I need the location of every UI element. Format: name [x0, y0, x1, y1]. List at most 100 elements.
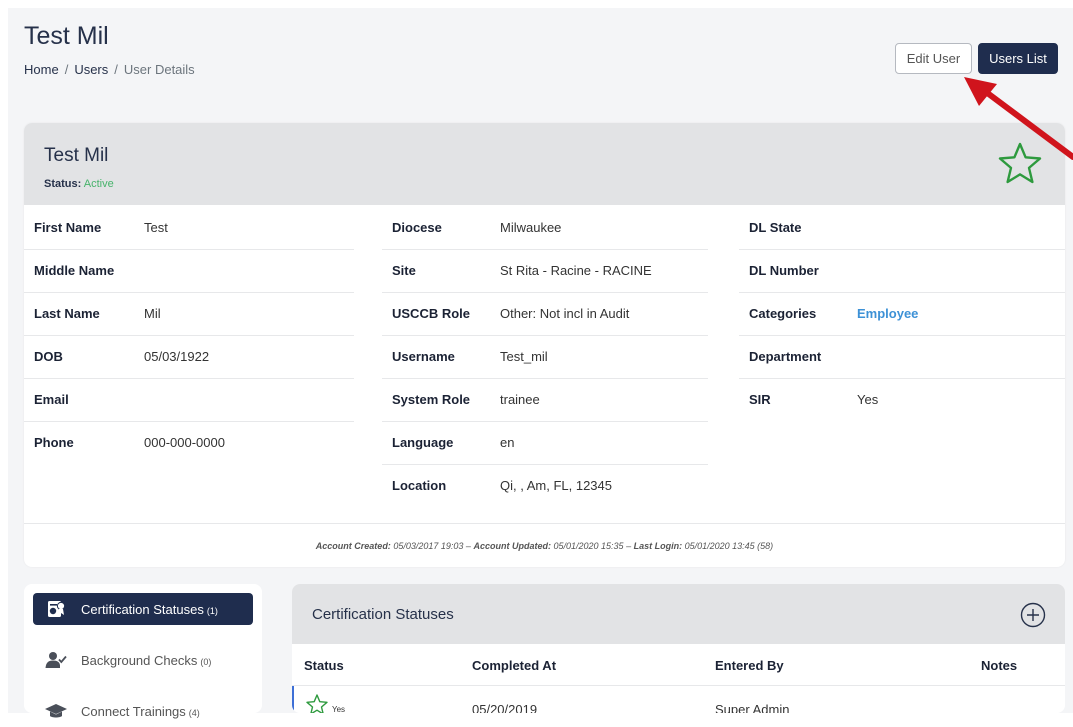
graduation-cap-icon: [45, 704, 67, 718]
certificate-icon: [48, 601, 66, 617]
user-name: Test Mil: [44, 145, 109, 166]
detail-label: Last Name: [34, 306, 100, 321]
breadcrumb-separator: /: [64, 62, 69, 77]
sidebar-panel: Certification Statuses (1) Background Che…: [24, 584, 262, 719]
detail-row-dl-state: DL State: [739, 207, 1065, 250]
detail-row-dl-number: DL Number: [739, 250, 1065, 293]
table-cell-status: Yes: [332, 705, 346, 713]
breadcrumb-users[interactable]: Users: [74, 62, 108, 77]
users-list-button[interactable]: Users List: [978, 43, 1058, 74]
annotation-arrow-icon: [964, 77, 1073, 160]
detail-value: St Rita - Racine - RACINE: [500, 263, 652, 278]
detail-row-location: Location Qi, , Am, FL, 12345: [382, 465, 708, 508]
sidebar-item-connect-trainings[interactable]: Connect Trainings (4): [33, 695, 253, 727]
sidebar-item-count: (0): [200, 657, 212, 667]
plus-circle-icon[interactable]: [1020, 602, 1046, 628]
detail-label: DOB: [34, 349, 63, 364]
detail-row-system-role: System Role trainee: [382, 379, 708, 422]
detail-label: Location: [392, 478, 447, 493]
category-link-employee[interactable]: Employee: [857, 306, 918, 321]
detail-value: Milwaukee: [500, 220, 562, 235]
column-header-status[interactable]: Status: [304, 658, 344, 673]
meta-created-label: Account Created:: [315, 541, 391, 551]
status-value: Active: [83, 178, 114, 190]
detail-value: trainee: [500, 392, 540, 407]
table-cell-completed-at: 05/20/2019: [472, 702, 538, 713]
detail-row-site: Site St Rita - Racine - RACINE: [382, 250, 708, 293]
sidebar-item-text: Connect Trainings: [81, 704, 186, 719]
breadcrumb-home[interactable]: Home: [24, 62, 59, 77]
page-title: Test Mil: [24, 22, 109, 50]
sidebar-item-text: Certification Statuses: [81, 602, 204, 617]
detail-label: Username: [392, 349, 455, 364]
detail-value: 000-000-0000: [144, 435, 225, 450]
cert-panel-title: Certification Statuses: [312, 606, 454, 623]
user-status: Status: Active: [44, 178, 114, 190]
meta-updated-label: Account Updated:: [473, 541, 551, 551]
detail-label: Language: [392, 435, 454, 450]
breadcrumb: Home / Users / User Details: [24, 62, 195, 77]
detail-label: System Role: [392, 392, 471, 407]
detail-value: Qi, , Am, FL, 12345: [500, 478, 612, 493]
detail-row-usccb-role: USCCB Role Other: Not incl in Audit: [382, 293, 708, 336]
detail-label: Phone: [34, 435, 74, 450]
detail-row-language: Language en: [382, 422, 708, 465]
detail-row-categories: Categories Employee: [739, 293, 1065, 336]
detail-label: Department: [749, 349, 822, 364]
detail-value: Test: [144, 220, 168, 235]
star-outline-icon: [306, 694, 328, 713]
detail-label: Site: [392, 263, 416, 278]
meta-updated-value: 05/01/2020 15:35: [553, 541, 624, 551]
meta-login-label: Last Login:: [633, 541, 683, 551]
detail-row-diocese: Diocese Milwaukee: [382, 207, 708, 250]
sidebar-item-certification-statuses[interactable]: Certification Statuses (1): [33, 593, 253, 625]
detail-label: Middle Name: [34, 263, 115, 278]
detail-row-username: Username Test_mil: [382, 336, 708, 379]
detail-row-first-name: First Name Test: [24, 207, 354, 250]
detail-row-phone: Phone 000-000-0000: [24, 422, 354, 465]
sidebar-item-text: Background Checks: [81, 653, 198, 668]
detail-label: Categories: [749, 306, 817, 321]
meta-login-value: 05/01/2020 13:45 (58): [684, 541, 774, 551]
detail-row-email: Email: [24, 379, 354, 422]
detail-value: 05/03/1922: [144, 349, 210, 364]
detail-label: DL Number: [749, 263, 819, 278]
detail-row-department: Department: [739, 336, 1065, 379]
detail-label: USCCB Role: [392, 306, 471, 321]
detail-label: DL State: [749, 220, 802, 235]
sidebar-item-label: Certification Statuses (1): [81, 602, 218, 617]
column-header-completed-at[interactable]: Completed At: [472, 658, 556, 673]
certification-statuses-panel: Certification Statuses Status Completed …: [292, 584, 1065, 713]
meta-created-value: 05/03/2017 19:03: [393, 541, 464, 551]
column-header-notes[interactable]: Notes: [981, 658, 1017, 673]
sidebar-item-label: Background Checks (0): [81, 653, 211, 668]
detail-value: Other: Not incl in Audit: [500, 306, 630, 321]
detail-row-sir: SIR Yes: [739, 379, 1065, 422]
meta-separator: –: [626, 541, 632, 551]
detail-row-dob: DOB 05/03/1922: [24, 336, 354, 379]
meta-separator: –: [465, 541, 471, 551]
detail-value: en: [500, 435, 515, 450]
detail-value: Yes: [857, 392, 879, 407]
detail-label: First Name: [34, 220, 102, 235]
status-label: Status:: [44, 178, 82, 190]
sidebar-item-background-checks[interactable]: Background Checks (0): [33, 644, 253, 676]
detail-label: Diocese: [392, 220, 442, 235]
sidebar-item-label: Connect Trainings (4): [81, 704, 200, 719]
table-cell-entered-by: Super Admin: [715, 702, 790, 713]
breadcrumb-current: User Details: [123, 62, 195, 77]
detail-label: SIR: [749, 392, 771, 407]
sidebar-item-count: (1): [206, 606, 218, 616]
column-header-entered-by[interactable]: Entered By: [715, 658, 784, 673]
table-row-accent: [292, 686, 294, 713]
cert-panel-header: Certification Statuses: [292, 584, 1065, 644]
breadcrumb-separator: /: [114, 62, 118, 77]
table-header-divider: [292, 685, 1065, 686]
edit-user-button[interactable]: Edit User: [895, 43, 972, 74]
detail-row-last-name: Last Name Mil: [24, 293, 354, 336]
detail-label: Email: [34, 392, 69, 407]
user-check-icon: [45, 652, 67, 668]
user-card-header: Test Mil Status: Active: [24, 123, 1065, 205]
sidebar-item-count: (4): [188, 708, 200, 718]
user-details-card: Test Mil Status: Active First Name Test …: [24, 123, 1065, 567]
